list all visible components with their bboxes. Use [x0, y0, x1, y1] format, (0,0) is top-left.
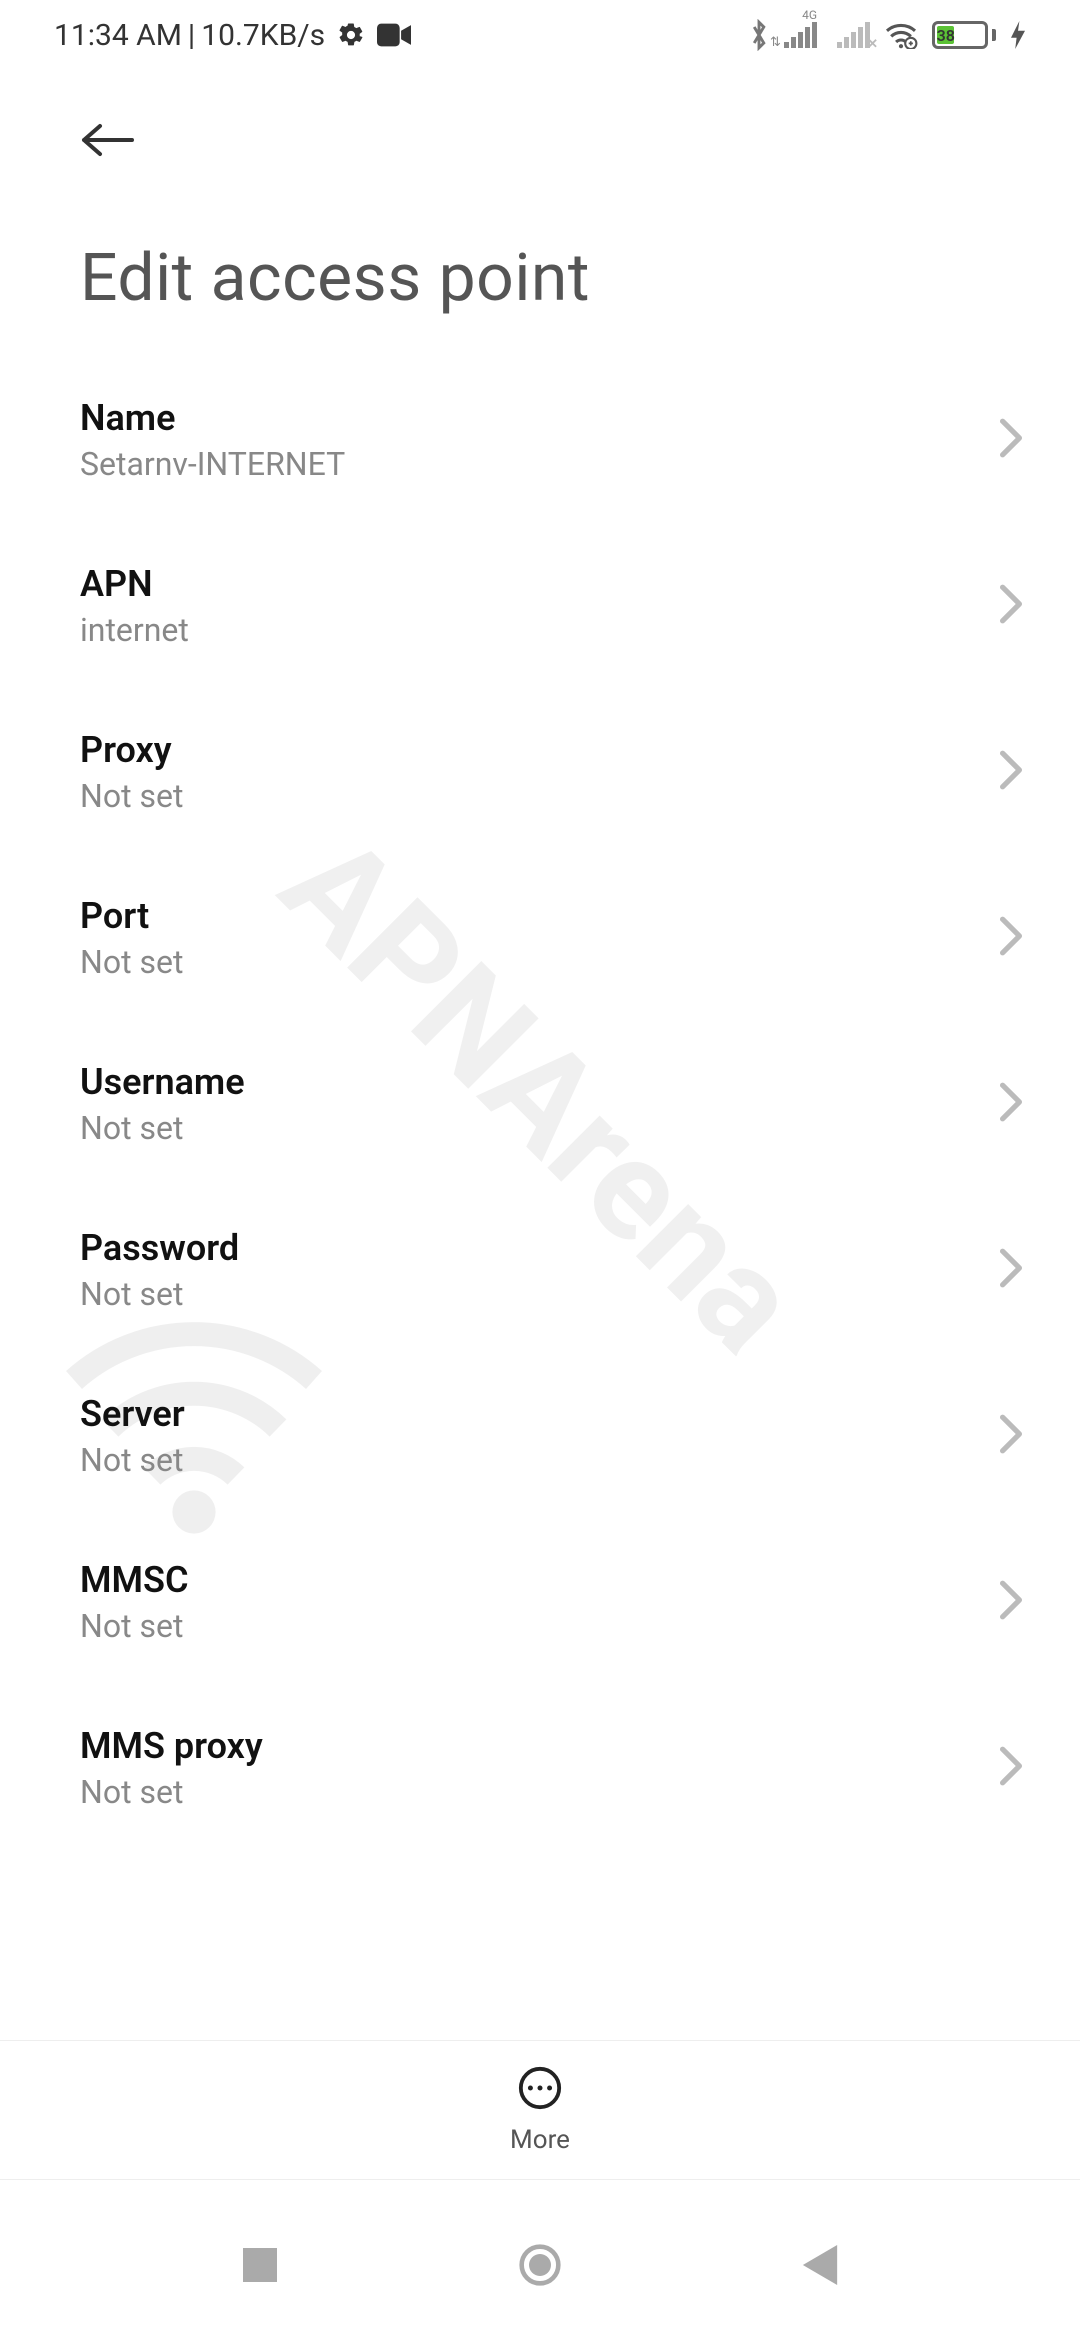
setting-row-mms-proxy[interactable]: MMS proxy Not set [0, 1685, 1080, 1831]
network-type-label: 4G [802, 8, 817, 22]
setting-label: Server [80, 1393, 185, 1435]
chevron-right-icon [998, 1579, 1024, 1625]
setting-label: APN [80, 563, 189, 605]
setting-label: Proxy [80, 729, 183, 771]
setting-value: Not set [80, 1441, 185, 1479]
setting-value: Setarnv-INTERNET [80, 445, 345, 483]
video-camera-icon [377, 23, 411, 47]
header [0, 70, 1080, 180]
setting-value: Not set [80, 1607, 189, 1645]
setting-row-name[interactable]: Name Setarnv-INTERNET [0, 357, 1080, 523]
status-separator: | [188, 18, 195, 53]
setting-value: Not set [80, 1275, 239, 1313]
system-nav-bar [0, 2190, 1080, 2340]
signal-sim2-icon: ✕ [837, 22, 870, 48]
setting-row-mmsc[interactable]: MMSC Not set [0, 1519, 1080, 1685]
battery-icon: 38 [932, 21, 996, 49]
more-icon [517, 2065, 563, 2115]
setting-row-port[interactable]: Port Not set [0, 855, 1080, 1021]
chevron-right-icon [998, 1247, 1024, 1293]
setting-row-username[interactable]: Username Not set [0, 1021, 1080, 1187]
nav-home-button[interactable] [510, 2235, 570, 2295]
chevron-right-icon [998, 915, 1024, 961]
more-button[interactable]: More [510, 2065, 570, 2155]
bluetooth-icon [748, 19, 770, 51]
settings-gear-icon [337, 21, 365, 49]
bottom-action-bar: More [0, 2040, 1080, 2180]
setting-row-server[interactable]: Server Not set [0, 1353, 1080, 1519]
charging-bolt-icon [1010, 21, 1026, 49]
nav-back-button[interactable] [790, 2235, 850, 2295]
chevron-right-icon [998, 1413, 1024, 1459]
setting-row-proxy[interactable]: Proxy Not set [0, 689, 1080, 855]
nav-recent-button[interactable] [230, 2235, 290, 2295]
chevron-right-icon [998, 417, 1024, 463]
battery-percentage: 38 [937, 26, 954, 44]
wifi-icon [884, 21, 918, 49]
chevron-right-icon [998, 749, 1024, 795]
chevron-right-icon [998, 1081, 1024, 1127]
chevron-right-icon [998, 1745, 1024, 1791]
status-data-rate: 10.7KB/s [201, 18, 325, 53]
status-bar: 11:34 AM | 10.7KB/s 4G ⇅ ✕ 38 [0, 0, 1080, 70]
setting-value: Not set [80, 777, 183, 815]
setting-row-apn[interactable]: APN internet [0, 523, 1080, 689]
setting-label: Password [80, 1227, 239, 1269]
setting-value: internet [80, 611, 189, 649]
setting-value: Not set [80, 1773, 263, 1811]
setting-value: Not set [80, 1109, 245, 1147]
setting-label: MMS proxy [80, 1725, 263, 1767]
setting-label: Username [80, 1061, 245, 1103]
more-label: More [510, 2125, 570, 2155]
chevron-right-icon [998, 583, 1024, 629]
setting-label: Name [80, 397, 345, 439]
setting-row-password[interactable]: Password Not set [0, 1187, 1080, 1353]
setting-label: Port [80, 895, 183, 937]
status-left: 11:34 AM | 10.7KB/s [54, 18, 411, 53]
status-right: 4G ⇅ ✕ 38 [748, 19, 1026, 51]
signal-sim1-icon: 4G ⇅ [784, 22, 817, 48]
setting-value: Not set [80, 943, 183, 981]
status-time: 11:34 AM [54, 18, 182, 53]
setting-label: MMSC [80, 1559, 189, 1601]
page-title: Edit access point [0, 180, 1080, 357]
settings-list: APNArena Name Setarnv-INTERNET APN inter… [0, 357, 1080, 1831]
back-button[interactable] [80, 110, 140, 170]
